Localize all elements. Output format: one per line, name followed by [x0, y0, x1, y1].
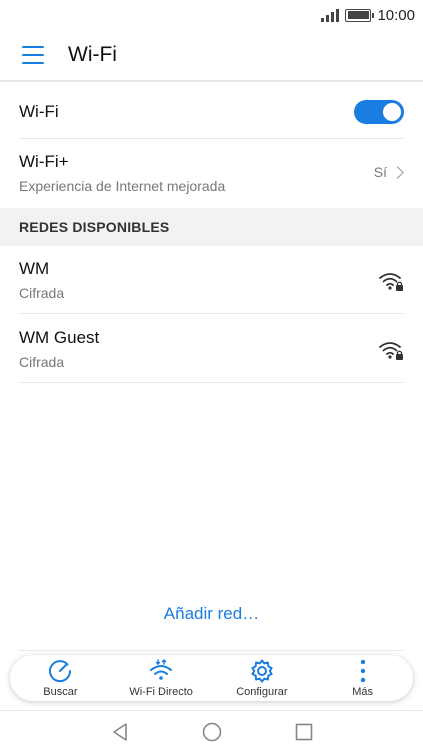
wifi-locked-icon — [379, 342, 403, 360]
battery-icon — [345, 8, 375, 22]
more-label: Más — [352, 686, 374, 698]
search-button[interactable]: Buscar — [10, 658, 110, 698]
wifi-direct-icon — [150, 658, 173, 680]
configure-label: Configurar — [236, 686, 288, 698]
divider — [19, 650, 404, 651]
bottom-action-bar: Buscar Wi-Fi Directo Configurar Más — [10, 655, 413, 701]
wifi-plus-title: Wi-Fi+ — [19, 152, 69, 171]
home-icon[interactable] — [201, 721, 223, 743]
wifi-plus-value: Sí — [373, 164, 404, 180]
search-label: Buscar — [43, 686, 78, 698]
network-name: WM Guest — [19, 328, 100, 347]
available-networks-header: REDES DISPONIBLES — [0, 208, 423, 246]
recents-icon[interactable] — [293, 721, 315, 743]
status-time: 10:00 — [377, 6, 415, 24]
menu-icon[interactable] — [22, 46, 44, 64]
wifi-direct-button[interactable]: Wi-Fi Directo — [111, 658, 211, 698]
chevron-right-icon — [391, 165, 404, 179]
wifi-plus-value-text: Sí — [373, 164, 387, 180]
app-bar: Wi-Fi — [0, 30, 423, 82]
wifi-toggle[interactable] — [354, 100, 404, 124]
system-nav-bar — [0, 710, 423, 752]
add-network-button[interactable]: Añadir red… — [0, 604, 423, 624]
more-button[interactable]: Más — [313, 658, 413, 698]
wifi-plus-row[interactable]: Wi-Fi+ Experiencia de Internet mejorada … — [19, 139, 404, 209]
signal-icon — [321, 8, 340, 22]
wifi-direct-label: Wi-Fi Directo — [129, 686, 193, 698]
toggle-knob — [383, 103, 401, 121]
wifi-label: Wi-Fi — [19, 102, 59, 121]
status-bar: 10:00 — [0, 0, 423, 30]
network-item[interactable]: WM Cifrada — [19, 246, 404, 314]
network-item[interactable]: WM Guest Cifrada — [19, 315, 404, 383]
more-vertical-icon — [360, 659, 365, 683]
network-security: Cifrada — [19, 354, 65, 370]
gear-icon — [251, 659, 273, 683]
network-security: Cifrada — [19, 285, 65, 301]
wifi-plus-subtitle: Experiencia de Internet mejorada — [19, 178, 226, 194]
network-name: WM — [19, 259, 50, 278]
page-title: Wi-Fi — [68, 43, 117, 66]
wifi-locked-icon — [379, 273, 403, 291]
configure-button[interactable]: Configurar — [212, 658, 312, 698]
search-icon — [49, 660, 72, 683]
wifi-toggle-row[interactable]: Wi-Fi — [19, 86, 404, 139]
back-icon[interactable] — [109, 721, 131, 743]
